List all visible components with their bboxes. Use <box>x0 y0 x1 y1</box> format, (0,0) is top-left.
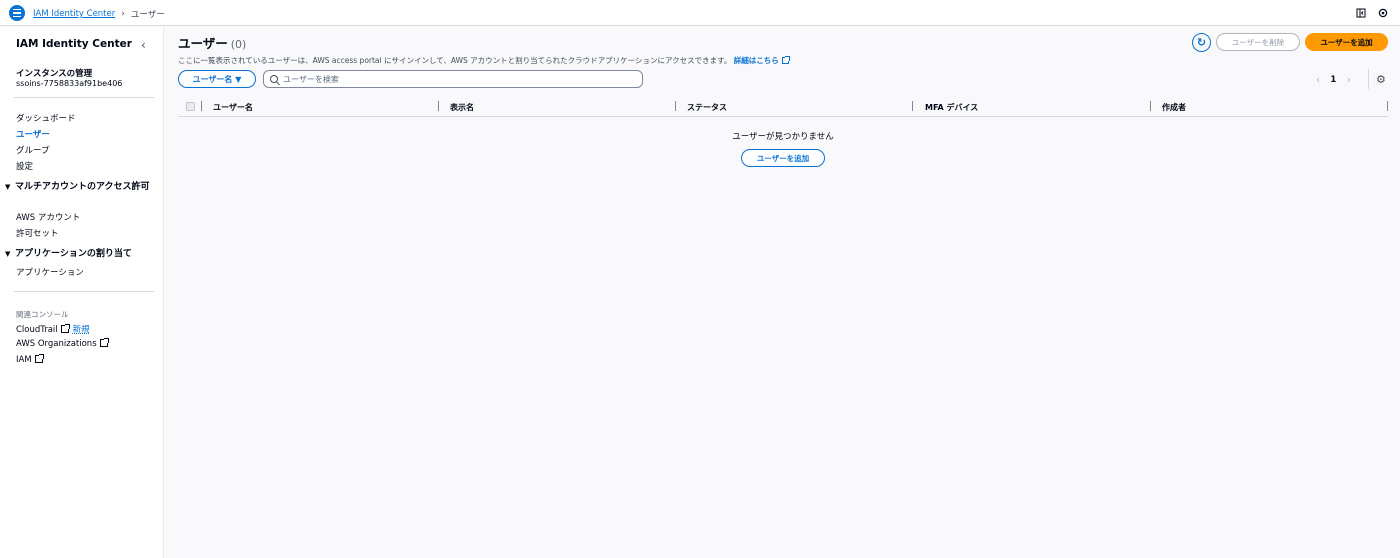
page-description: ここに一覧表示されているユーザーは、AWS access portal にサイン… <box>178 55 790 66</box>
sidebar-section-multi-account[interactable]: ▼ マルチアカウントのアクセス許可 <box>5 182 155 193</box>
sidebar-link-organizations[interactable]: AWS Organizations <box>16 338 109 349</box>
column-divider <box>201 101 202 111</box>
divider <box>14 97 154 98</box>
breadcrumb-service-link[interactable]: IAM Identity Center <box>33 9 115 19</box>
divider <box>14 291 154 292</box>
sidebar-item-settings[interactable]: 設定 <box>16 160 33 172</box>
user-count: (0) <box>230 38 247 51</box>
sidebar-link-cloudtrail[interactable]: CloudTrail 新規 <box>16 323 90 335</box>
caret-down-icon: ▼ <box>5 183 11 191</box>
top-navigation-bar: IAM Identity Center › ユーザー <box>0 0 1400 26</box>
table-header: ユーザー名 表示名 ステータス MFA デバイス 作成者 <box>178 97 1388 117</box>
column-header-created-by[interactable]: 作成者 <box>1162 102 1186 113</box>
empty-state-add-user-button[interactable]: ユーザーを追加 <box>741 149 825 167</box>
delete-user-button[interactable]: ユーザーを削除 <box>1216 33 1300 51</box>
caret-down-icon: ▼ <box>5 250 11 258</box>
external-link-icon <box>99 338 109 347</box>
sidebar-item-applications[interactable]: アプリケーション <box>16 266 84 278</box>
chevron-right-icon: › <box>121 9 125 19</box>
search-field[interactable] <box>263 70 643 88</box>
search-icon <box>270 75 278 83</box>
chevron-right-icon[interactable]: › <box>1346 73 1350 86</box>
column-header-display-name[interactable]: 表示名 <box>450 102 474 113</box>
chevron-left-icon[interactable]: ‹ <box>141 38 146 52</box>
add-user-button[interactable]: ユーザーを追加 <box>1305 33 1388 51</box>
breadcrumb: IAM Identity Center › ユーザー <box>33 8 165 20</box>
column-divider[interactable] <box>912 101 913 111</box>
sidebar-item-dashboard[interactable]: ダッシュボード <box>16 112 76 124</box>
column-divider[interactable] <box>675 101 676 111</box>
page-number[interactable]: 1 <box>1330 75 1336 85</box>
page-title: ユーザー (0) <box>178 36 247 51</box>
external-link-icon <box>34 354 44 363</box>
sidebar-item-groups[interactable]: グループ <box>16 144 50 156</box>
column-header-status[interactable]: ステータス <box>687 102 727 113</box>
new-badge: 新規 <box>72 325 90 335</box>
sidebar-section-app-assignments[interactable]: ▼ アプリケーションの割り当て <box>5 249 155 260</box>
filter-property-dropdown[interactable]: ユーザー名 ▼ <box>178 70 256 88</box>
select-all-checkbox[interactable] <box>186 102 195 111</box>
sidebar-item-users[interactable]: ユーザー <box>16 128 50 140</box>
sidebar-item-aws-accounts[interactable]: AWS アカウント <box>16 211 80 223</box>
empty-state-message: ユーザーが見つかりません <box>732 132 834 142</box>
breadcrumb-current: ユーザー <box>130 10 165 20</box>
external-link-icon <box>60 324 70 333</box>
menu-icon[interactable] <box>9 5 25 21</box>
sidebar-item-permission-sets[interactable]: 許可セット <box>16 227 59 239</box>
related-consoles-label: 関連コンソール <box>16 310 69 319</box>
settings-icon[interactable] <box>1378 8 1388 18</box>
learn-more-link[interactable]: 詳細はこちら <box>734 56 779 65</box>
column-header-mfa[interactable]: MFA デバイス <box>925 102 978 113</box>
divider <box>1368 69 1369 89</box>
external-link-icon <box>781 56 790 64</box>
sidebar-title[interactable]: IAM Identity Center <box>16 38 132 50</box>
instance-label: インスタンスの管理 <box>16 69 93 79</box>
panel-toggle-icon[interactable] <box>1356 8 1366 18</box>
side-navigation: IAM Identity Center ‹ インスタンスの管理 ssoins-7… <box>0 27 164 558</box>
gear-icon[interactable]: ⚙ <box>1376 73 1386 86</box>
refresh-icon: ↻ <box>1196 36 1207 49</box>
search-input[interactable] <box>283 74 623 84</box>
chevron-left-icon[interactable]: ‹ <box>1316 73 1320 86</box>
instance-id: ssoins-7758833af91be406 <box>16 79 123 88</box>
sidebar-link-iam[interactable]: IAM <box>16 354 44 365</box>
column-divider[interactable] <box>1150 101 1151 111</box>
pagination: ‹ 1 › <box>1316 73 1351 86</box>
refresh-button[interactable]: ↻ <box>1192 33 1211 52</box>
caret-down-icon: ▼ <box>235 74 242 84</box>
column-header-username[interactable]: ユーザー名 <box>213 102 253 113</box>
column-divider[interactable] <box>438 101 439 111</box>
column-divider[interactable] <box>1387 101 1388 111</box>
